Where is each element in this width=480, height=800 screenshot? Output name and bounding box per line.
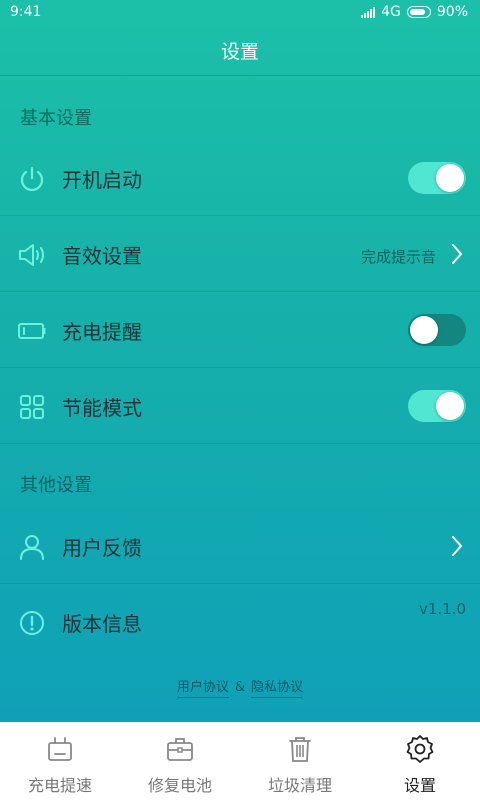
- section-title-basic: 基本设置: [20, 108, 92, 129]
- sound-value: 完成提示音: [360, 248, 436, 266]
- power-saving-toggle[interactable]: [408, 390, 466, 422]
- toggle-knob: [410, 316, 438, 344]
- chevron-right-icon: [452, 244, 462, 264]
- chevron-right-icon: [452, 536, 462, 556]
- setting-row-sound[interactable]: 音效设置 完成提示音: [0, 216, 480, 292]
- battery-status-icon: [406, 6, 431, 18]
- grid-icon: [20, 395, 44, 419]
- user-agreement-link[interactable]: 用户协议: [176, 680, 229, 698]
- nav-item-junk-clean[interactable]: 垃圾清理: [240, 722, 360, 800]
- toggle-knob: [436, 164, 464, 192]
- bottom-nav: 充电提速 修复电池 垃圾清理 设置: [0, 722, 480, 800]
- agreement-links: 用户协议 & 隐私协议: [0, 676, 480, 698]
- nav-label: 垃圾清理: [267, 776, 332, 795]
- user-icon: [20, 535, 44, 560]
- charge-reminder-toggle[interactable]: [408, 314, 466, 346]
- signal-icon: [361, 6, 376, 18]
- setting-label-power-saving: 节能模式: [62, 396, 142, 420]
- setting-label-startup: 开机启动: [62, 168, 142, 192]
- nav-label: 充电提速: [27, 776, 92, 795]
- status-time: 9:41: [10, 4, 42, 20]
- startup-toggle[interactable]: [408, 162, 466, 194]
- network-type: 4G: [381, 4, 401, 20]
- info-icon: [20, 611, 44, 635]
- status-bar: 9:41 4G 90%: [0, 0, 480, 26]
- setting-row-startup: 开机启动: [0, 140, 480, 216]
- header: 设置: [0, 26, 480, 76]
- version-value: v1.1.0: [418, 600, 466, 618]
- nav-item-repair-battery[interactable]: 修复电池: [120, 722, 240, 800]
- setting-label-feedback: 用户反馈: [62, 536, 142, 560]
- trash-icon: [289, 737, 311, 762]
- nav-label: 修复电池: [147, 776, 212, 795]
- page-title: 设置: [220, 41, 259, 63]
- setting-label-sound: 音效设置: [62, 244, 142, 268]
- nav-item-charge-boost[interactable]: 充电提速: [0, 722, 120, 800]
- battery-percent: 90%: [436, 4, 468, 20]
- setting-label-charge-reminder: 充电提醒: [62, 320, 142, 344]
- toggle-knob: [436, 392, 464, 420]
- setting-label-version: 版本信息: [62, 612, 142, 636]
- speaker-icon: [19, 244, 44, 266]
- setting-row-version: 版本信息 v1.1.0: [0, 584, 480, 660]
- setting-row-feedback[interactable]: 用户反馈: [0, 508, 480, 584]
- battery-icon: [18, 323, 46, 339]
- ampersand: &: [234, 680, 246, 695]
- setting-row-power-saving: 节能模式: [0, 368, 480, 444]
- gear-icon: [406, 735, 434, 763]
- toolbox-icon: [167, 738, 193, 761]
- status-indicators: 4G 90%: [361, 4, 468, 20]
- nav-item-settings[interactable]: 设置: [360, 722, 480, 800]
- charger-icon: [48, 737, 72, 761]
- privacy-policy-link[interactable]: 隐私协议: [251, 680, 304, 698]
- nav-label: 设置: [403, 776, 436, 795]
- section-title-other: 其他设置: [20, 475, 92, 496]
- power-icon: [20, 166, 44, 192]
- setting-row-charge-reminder: 充电提醒: [0, 292, 480, 368]
